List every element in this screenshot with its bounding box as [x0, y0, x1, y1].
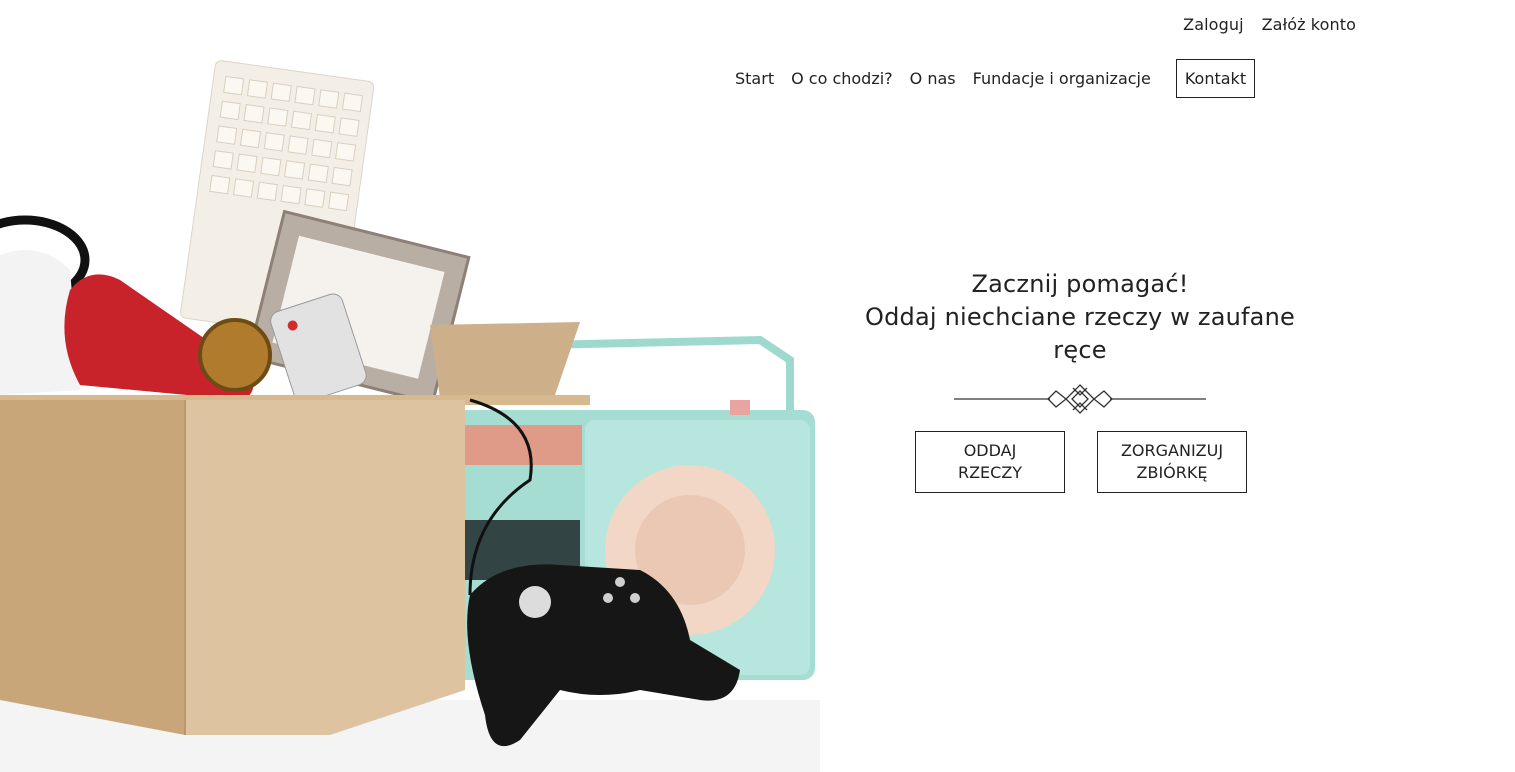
cta-buttons: ODDAJ RZECZY ZORGANIZUJ ZBIÓRKĘ	[915, 431, 1247, 493]
hero-heading: Zacznij pomagać! Oddaj niechciane rzeczy…	[840, 268, 1320, 417]
organize-collection-button[interactable]: ZORGANIZUJ ZBIÓRKĘ	[1097, 431, 1247, 493]
register-link[interactable]: Załóż konto	[1262, 15, 1356, 34]
nav-item-contact[interactable]: Kontakt	[1175, 59, 1256, 98]
login-link[interactable]: Zaloguj	[1183, 15, 1243, 34]
nav-item-about-us[interactable]: O nas	[910, 59, 956, 98]
hero-heading-line1: Zacznij pomagać!	[971, 270, 1189, 298]
hero-image	[0, 60, 820, 772]
nav-item-foundations[interactable]: Fundacje i organizacje	[973, 59, 1151, 98]
hero-heading-line2: Oddaj niechciane rzeczy w zaufane ręce	[865, 303, 1295, 364]
decoration-divider-icon	[954, 384, 1206, 414]
nav-item-start[interactable]: Start	[735, 59, 774, 98]
main-nav: Start O co chodzi? O nas Fundacje i orga…	[721, 59, 1272, 98]
give-items-button[interactable]: ODDAJ RZECZY	[915, 431, 1065, 493]
auth-bar: Zaloguj Załóż konto	[1183, 15, 1356, 34]
nav-item-about-idea[interactable]: O co chodzi?	[791, 59, 893, 98]
